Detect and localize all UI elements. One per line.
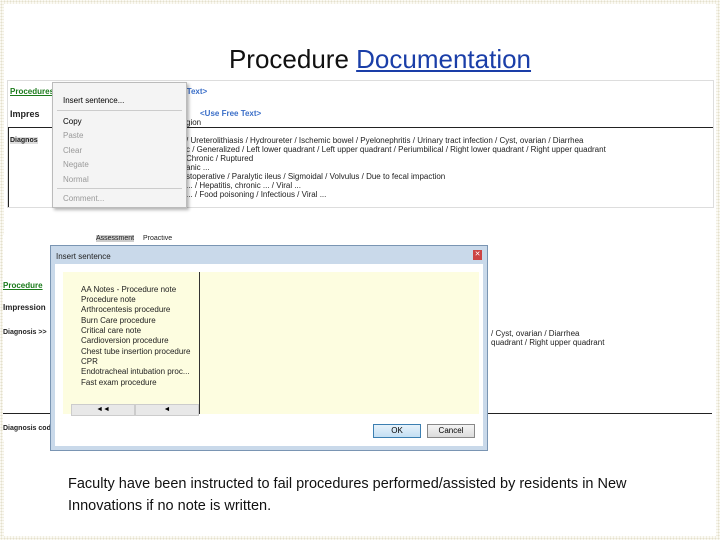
close-icon[interactable]: ✕ xyxy=(473,250,482,260)
list-item[interactable]: Cardioversion procedure xyxy=(81,336,169,345)
diagnosis-code-label: Diagnosis cod xyxy=(3,425,51,432)
diagnosis-line[interactable]: / Cyst, ovarian / Diarrhea xyxy=(491,329,579,338)
menu-item-comment[interactable]: Comment... xyxy=(63,194,104,203)
dialog-title: Insert sentence xyxy=(56,252,111,261)
list-item[interactable]: Endotracheal intubation proc... xyxy=(81,367,190,376)
list-item[interactable]: Burn Care procedure xyxy=(81,316,156,325)
diagnosis-line[interactable]: ... / Food poisoning / Infectious / Vira… xyxy=(186,190,326,199)
menu-item-negate[interactable]: Negate xyxy=(63,160,89,169)
list-item[interactable]: Fast exam procedure xyxy=(81,378,157,387)
sentence-preview xyxy=(200,272,479,414)
diagnosis-line[interactable]: anic ... xyxy=(186,163,210,172)
page-title: Procedure Documentation xyxy=(228,44,532,74)
procedure-link[interactable]: Procedure xyxy=(3,281,43,290)
sentence-list: AA Notes - Procedure note Procedure note… xyxy=(63,272,200,416)
menu-item-normal[interactable]: Normal xyxy=(63,175,89,184)
diagnosis-line[interactable]: c / Generalized / Left lower quadrant / … xyxy=(186,145,606,154)
cancel-button[interactable]: Cancel xyxy=(427,424,475,438)
diagnosis-label[interactable]: Diagnosis >> xyxy=(3,329,47,336)
list-item[interactable]: AA Notes - Procedure note xyxy=(81,285,176,294)
ok-button[interactable]: OK xyxy=(373,424,421,438)
menu-item-copy[interactable]: Copy xyxy=(63,117,82,126)
list-item[interactable]: Critical care note xyxy=(81,326,141,335)
impression-label: Impres xyxy=(10,109,40,119)
menu-item-clear[interactable]: Clear xyxy=(63,146,82,155)
list-item[interactable]: Chest tube insertion procedure xyxy=(81,347,190,356)
diagnosis-line[interactable]: ... / Hepatitis, chronic ... / Viral ... xyxy=(186,181,301,190)
previous-page-button[interactable]: ◄ xyxy=(135,404,199,416)
diagnosis-line[interactable]: quadrant / Right upper quadrant xyxy=(491,338,604,347)
use-free-text-link-2[interactable]: <Use Free Text> xyxy=(200,109,261,118)
first-page-button[interactable]: ◄◄ xyxy=(71,404,135,416)
documentation-link[interactable]: Documentation xyxy=(356,44,531,74)
menu-item-insert-sentence[interactable]: Insert sentence... xyxy=(63,96,124,105)
insert-sentence-dialog: Insert sentence ✕ AA Notes - Procedure n… xyxy=(50,245,488,451)
list-item[interactable]: Procedure note xyxy=(81,295,136,304)
diagnosis-line[interactable]: / Ureterolithiasis / Hydroureter / Ische… xyxy=(186,136,583,145)
slide-caption: Faculty have been instructed to fail pro… xyxy=(68,476,627,514)
impression-label: Impression xyxy=(3,303,46,312)
list-item[interactable]: Arthrocentesis procedure xyxy=(81,305,170,314)
diagnosis-line[interactable]: Chronic / Ruptured xyxy=(186,154,253,163)
diagnosis-label: Diagnos xyxy=(10,137,38,144)
menu-item-paste[interactable]: Paste xyxy=(63,131,83,140)
procedures-link[interactable]: Procedures xyxy=(10,87,54,96)
context-menu: Insert sentence... Copy Paste Clear Nega… xyxy=(52,82,187,208)
assessment-label: Assessment xyxy=(96,235,135,242)
diagnosis-line[interactable]: stoperative / Paralytic ileus / Sigmoida… xyxy=(186,172,445,181)
list-item[interactable]: CPR xyxy=(81,357,98,366)
